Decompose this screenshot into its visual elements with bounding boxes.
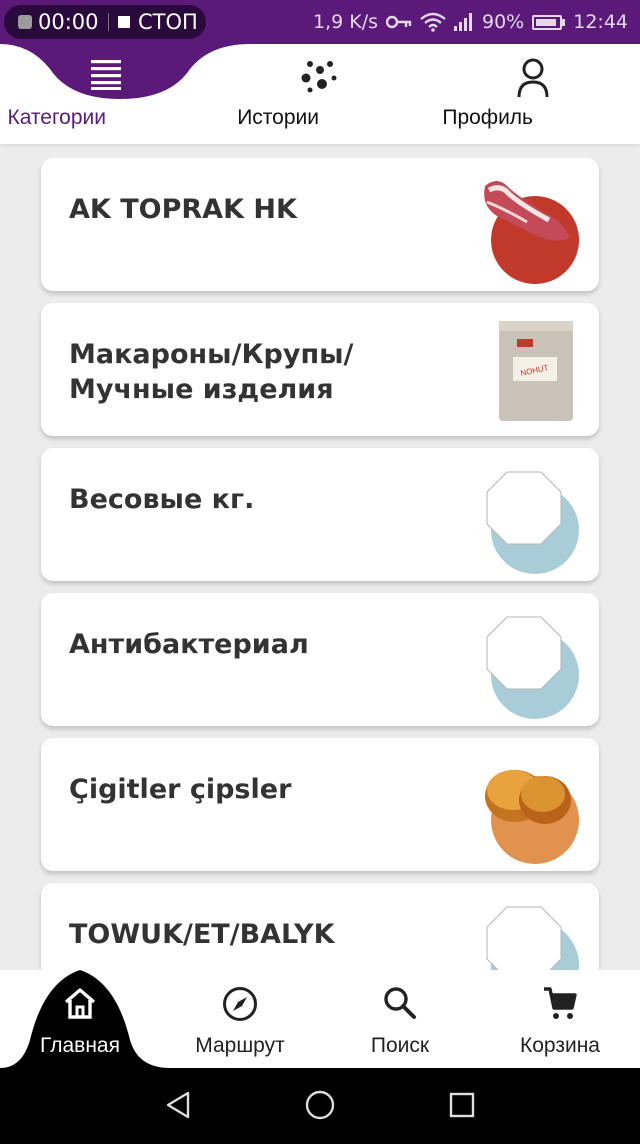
category-card[interactable]: Çigitler çipsler [41,738,599,871]
dots-cluster-icon [301,61,337,93]
category-title: Весовые кг. [69,484,255,515]
record-stop-label: СТОП [138,10,198,34]
back-icon[interactable] [164,1090,192,1120]
net-speed: 1,9 K/s [312,11,378,33]
category-title: Антибактериал [69,629,309,660]
battery-icon [532,14,566,30]
category-title: Çigitler çipsler [69,774,292,805]
battery-percent: 90% [482,11,525,33]
cart-icon [544,987,577,1019]
screen-recorder-pill[interactable]: 00:00 СТОП [4,5,206,39]
status-bar: 00:00 СТОП 1,9 K/s 90% 12:44 [0,0,640,44]
record-icon [18,15,32,29]
top-tab-bar: Категории Истории Профиль [0,44,640,144]
divider [108,13,109,31]
home-icon [64,988,96,1019]
placeholder-image [486,471,579,574]
meat-leg-image [484,181,579,284]
category-title-line: Макароны/Крупы/ [69,339,354,370]
placeholder-image [486,616,579,719]
category-list[interactable]: AK TOPRAK HK Макароны/Крупы/ Мучные изде… [0,144,640,970]
person-icon [517,58,549,98]
compass-icon [223,987,257,1021]
wifi-icon [420,12,446,32]
placeholder-image [486,906,579,970]
category-card[interactable]: AK TOPRAK HK [41,158,599,291]
record-time: 00:00 [38,10,99,34]
search-icon [384,987,416,1019]
category-title: TOWUK/ET/BALYK [69,919,335,950]
category-card[interactable]: Макароны/Крупы/ Мучные изделия NOHUT [41,303,599,436]
category-title-line: Мучные изделия [69,374,334,405]
record-timer: 00:00 [18,5,99,39]
key-icon [386,15,412,29]
buns-image [485,770,579,864]
category-card[interactable]: Антибактериал [41,593,599,726]
grain-bag-image: NOHUT [499,321,573,421]
menu-lines-icon [91,60,121,90]
bottom-nav-bar: Главная Маршрут Поиск Корзина [0,970,640,1068]
tab-stories-label: Истории [237,106,320,129]
stop-icon [118,16,130,28]
tab-categories-label: Категории [7,106,106,129]
signal-icon [454,13,474,31]
category-card[interactable]: TOWUK/ET/BALYK [41,883,599,970]
category-card[interactable]: Весовые кг. [41,448,599,581]
category-title: Макароны/Крупы/ Мучные изделия [69,337,469,407]
nav-cart-label: Корзина [520,1034,600,1057]
tab-profile-label: Профиль [442,106,533,129]
home-circle-icon[interactable] [305,1090,335,1120]
nav-route-label: Маршрут [195,1034,285,1057]
clock: 12:44 [573,11,628,33]
recents-icon[interactable] [449,1092,475,1118]
nav-search-label: Поиск [370,1034,430,1057]
system-nav-bar [0,1068,640,1144]
active-tab-bump [0,44,250,99]
category-title: AK TOPRAK HK [69,194,297,225]
status-indicators: 1,9 K/s 90% 12:44 [305,0,628,44]
record-stop-button[interactable]: СТОП [118,5,198,39]
nav-home-label: Главная [40,1034,120,1057]
